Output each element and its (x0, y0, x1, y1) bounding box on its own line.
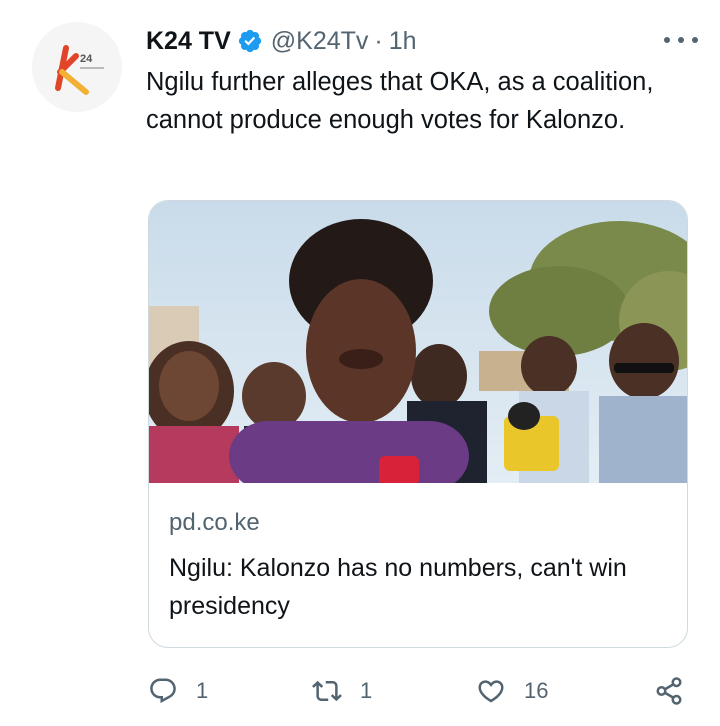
tweet-text: Ngilu further alleges that OKA, as a coa… (146, 68, 654, 134)
more-options-icon[interactable] (664, 30, 698, 50)
heart-icon (478, 680, 504, 703)
share-icon (656, 677, 682, 705)
tweet-header: K24 TV @K24Tv · 1h (146, 22, 680, 60)
display-name[interactable]: K24 TV (146, 27, 231, 56)
card-image[interactable] (149, 201, 688, 483)
retweet-button[interactable]: 1 (312, 668, 372, 714)
like-button[interactable]: 16 (476, 668, 548, 714)
timestamp[interactable]: 1h (389, 27, 417, 56)
reply-button[interactable]: 1 (148, 668, 208, 714)
avatar[interactable]: 24 (32, 22, 122, 112)
handle[interactable]: @K24Tv (271, 27, 369, 56)
card-domain: pd.co.ke (169, 509, 260, 536)
k24-logo: 24 (32, 22, 122, 112)
action-bar: 1 1 16 (0, 668, 720, 714)
svg-text:24: 24 (80, 53, 93, 65)
card-meta: pd.co.ke Ngilu: Kalonzo has no numbers, … (169, 507, 671, 625)
reply-count: 1 (196, 678, 209, 703)
share-button[interactable] (654, 668, 684, 714)
like-count: 16 (524, 678, 549, 703)
card-title[interactable]: Ngilu: Kalonzo has no numbers, can't win… (169, 549, 671, 625)
separator-dot: · (374, 26, 383, 55)
verified-badge-icon (238, 29, 261, 53)
retweet-icon (312, 680, 342, 702)
retweet-count: 1 (360, 678, 373, 703)
reply-icon (150, 678, 176, 704)
link-card[interactable]: pd.co.ke Ngilu: Kalonzo has no numbers, … (148, 200, 688, 648)
